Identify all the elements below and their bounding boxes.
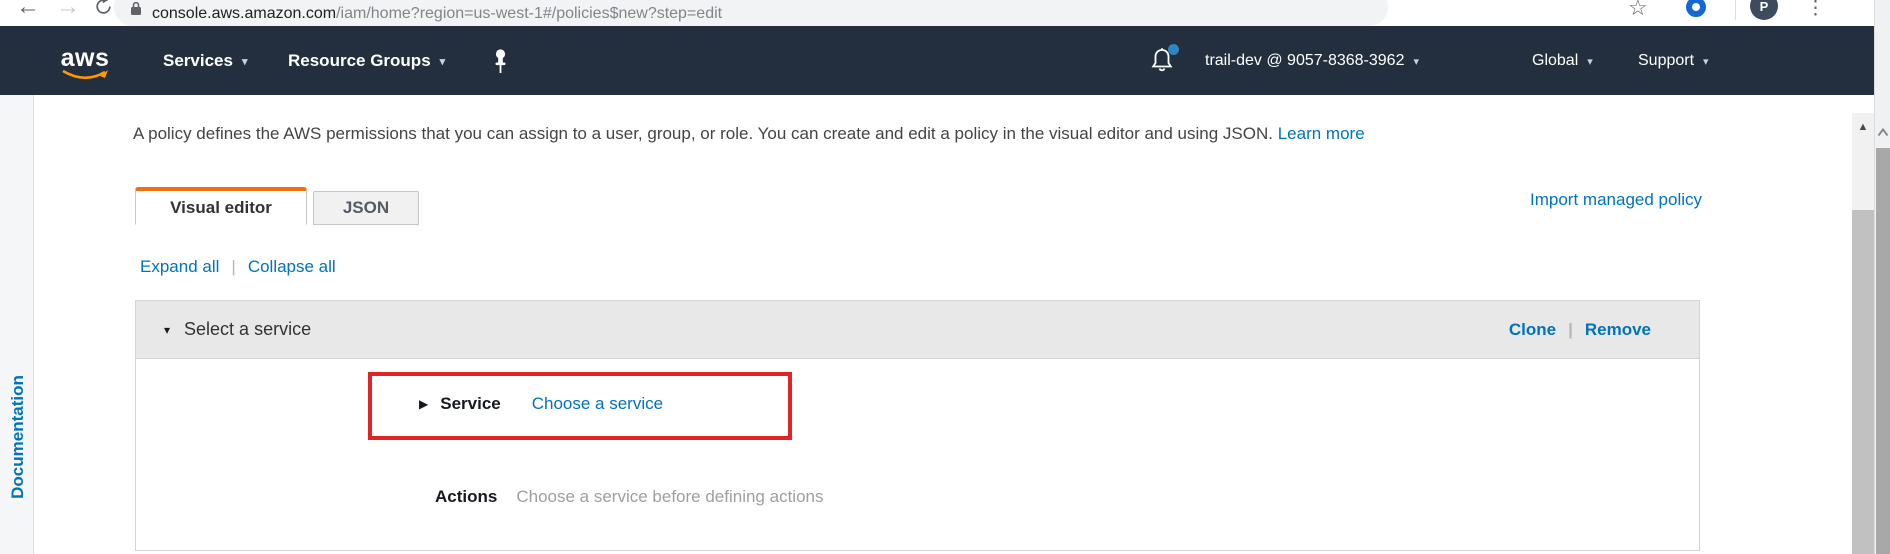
refresh-icon[interactable] xyxy=(94,0,113,21)
policy-intro-text: A policy defines the AWS permissions tha… xyxy=(133,124,1273,143)
tab-json[interactable]: JSON xyxy=(313,191,419,225)
choose-a-service-link[interactable]: Choose a service xyxy=(532,394,663,414)
service-label: Service xyxy=(440,394,501,414)
select-service-label: Select a service xyxy=(184,319,311,340)
divider: | xyxy=(1568,320,1573,340)
browser-menu-icon[interactable]: ⋮ xyxy=(1806,0,1825,21)
expand-collapse-row: Expand all | Collapse all xyxy=(140,257,336,277)
panel-body: ▶ Service Choose a service Actions Choos… xyxy=(136,359,1699,551)
account-menu[interactable]: trail-dev @ 9057-8368-3962 ▾ xyxy=(1205,52,1419,70)
nav-resource-groups-menu[interactable]: Resource Groups ▾ xyxy=(288,51,445,71)
collapse-all-link[interactable]: Collapse all xyxy=(248,257,336,277)
bookmark-star-icon[interactable]: ☆ xyxy=(1628,0,1648,20)
chevron-down-icon: ▾ xyxy=(242,55,248,68)
content-scrollbar-thumb[interactable] xyxy=(1852,210,1874,554)
toolbar-divider xyxy=(1735,0,1736,20)
nav-services-menu[interactable]: Services ▾ xyxy=(163,51,247,71)
triangle-right-icon[interactable]: ▶ xyxy=(419,397,428,411)
chevron-down-icon: ▾ xyxy=(440,55,446,68)
scroll-up-arrow-icon[interactable]: ▲ xyxy=(1852,113,1874,141)
lock-icon[interactable] xyxy=(130,1,142,21)
select-service-toggle[interactable]: ▾ Select a service xyxy=(164,319,311,340)
chevron-down-icon: ▾ xyxy=(1703,55,1709,68)
actions-row: Actions Choose a service before defining… xyxy=(435,487,823,507)
editor-tabs: Visual editor JSON xyxy=(135,187,419,225)
url-path: /iam/home?region=us-west-1#/policies$new… xyxy=(336,5,722,22)
address-bar[interactable]: console.aws.amazon.com/iam/home?region=u… xyxy=(114,0,1388,26)
extension-icon[interactable] xyxy=(1686,0,1706,17)
profile-avatar[interactable]: P xyxy=(1750,0,1778,20)
aws-logo[interactable]: aws xyxy=(60,47,110,82)
aws-logo-text: aws xyxy=(61,47,110,69)
import-managed-policy-link[interactable]: Import managed policy xyxy=(1530,190,1702,210)
notification-dot xyxy=(1168,44,1179,55)
support-label: Support xyxy=(1638,52,1694,70)
pin-icon[interactable] xyxy=(492,48,509,74)
aws-smile-icon xyxy=(60,69,110,82)
region-label: Global xyxy=(1532,52,1578,70)
remove-link[interactable]: Remove xyxy=(1585,320,1651,340)
aws-navbar: aws Services ▾ Resource Groups ▾ trail-d… xyxy=(0,26,1874,95)
panel-header: ▾ Select a service Clone | Remove xyxy=(136,301,1699,359)
learn-more-link[interactable]: Learn more xyxy=(1278,124,1365,143)
nav-resource-groups-label: Resource Groups xyxy=(288,51,431,71)
policy-statement-panel: ▾ Select a service Clone | Remove ▶ Serv… xyxy=(135,300,1700,551)
window-scrollbar-track[interactable] xyxy=(1874,0,1890,554)
browser-toolbar: ← → console.aws.amazon.com/iam/home?regi… xyxy=(0,0,1874,26)
region-menu[interactable]: Global ▾ xyxy=(1532,52,1593,70)
url-host: console.aws.amazon.com xyxy=(152,5,336,22)
window-scrollbar-thumb[interactable] xyxy=(1876,148,1890,554)
clone-link[interactable]: Clone xyxy=(1509,320,1556,340)
tab-visual-editor[interactable]: Visual editor xyxy=(135,187,307,225)
nav-services-label: Services xyxy=(163,51,233,71)
actions-label: Actions xyxy=(435,487,497,507)
actions-hint: Choose a service before defining actions xyxy=(516,487,823,507)
forward-icon[interactable]: → xyxy=(56,0,80,19)
window-scroll-up-icon[interactable] xyxy=(1875,122,1890,142)
triangle-down-icon: ▾ xyxy=(164,323,170,337)
documentation-tab[interactable]: Documentation xyxy=(6,362,30,512)
policy-intro: A policy defines the AWS permissions tha… xyxy=(133,121,1693,146)
service-row: ▶ Service Choose a service xyxy=(419,394,663,414)
chevron-down-icon: ▾ xyxy=(1413,55,1419,68)
content-scrollbar-track[interactable]: ▲ xyxy=(1852,113,1874,554)
account-label: trail-dev @ 9057-8368-3962 xyxy=(1205,52,1404,70)
divider: | xyxy=(231,257,235,277)
support-menu[interactable]: Support ▾ xyxy=(1638,52,1709,70)
back-icon[interactable]: ← xyxy=(16,0,40,19)
chevron-down-icon: ▾ xyxy=(1587,55,1593,68)
notifications-bell[interactable] xyxy=(1150,46,1176,76)
expand-all-link[interactable]: Expand all xyxy=(140,257,219,277)
